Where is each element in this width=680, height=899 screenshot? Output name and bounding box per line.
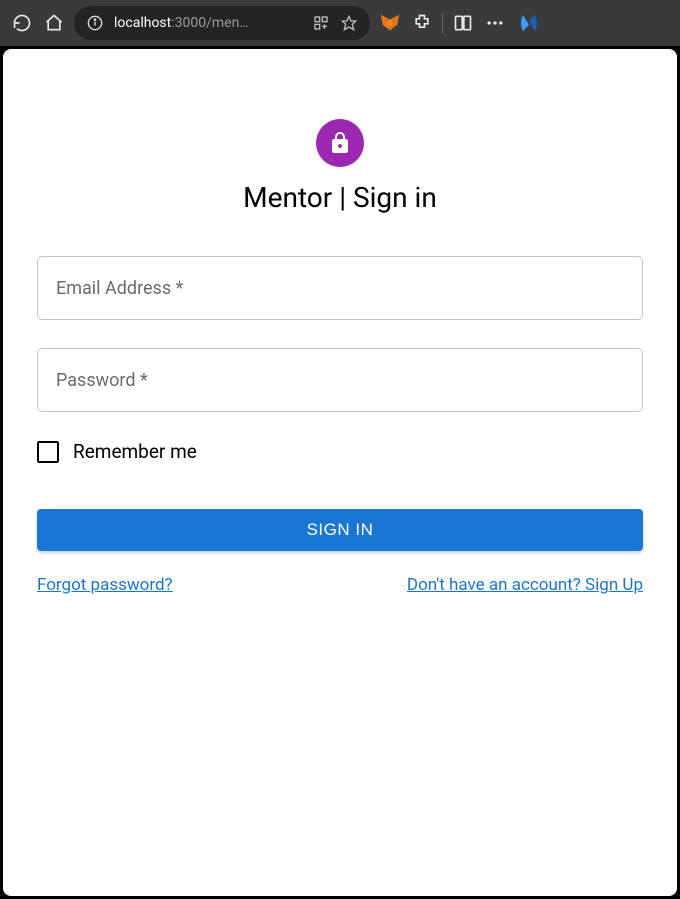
remember-label: Remember me: [73, 440, 197, 463]
signin-button[interactable]: SIGN IN: [37, 509, 643, 551]
more-icon[interactable]: [483, 11, 507, 35]
apps-icon[interactable]: [312, 14, 330, 32]
signup-link[interactable]: Don't have an account? Sign Up: [407, 575, 643, 595]
remember-checkbox[interactable]: [37, 441, 59, 463]
remember-row: Remember me: [37, 440, 643, 463]
signin-form: Email Address * Password * Remember me S…: [37, 256, 643, 595]
password-label: Password *: [56, 370, 148, 391]
metamask-icon[interactable]: [378, 11, 402, 35]
page-content: Mentor | Sign in Email Address * Passwor…: [3, 49, 677, 896]
email-label: Email Address *: [56, 278, 183, 299]
lock-icon: [328, 131, 352, 155]
links-row: Forgot password? Don't have an account? …: [37, 575, 643, 595]
copilot-icon[interactable]: [515, 9, 543, 37]
toolbar-divider: [442, 13, 443, 33]
lock-avatar: [316, 119, 364, 167]
info-icon[interactable]: [86, 14, 104, 32]
favorite-icon[interactable]: [340, 14, 358, 32]
email-field[interactable]: Email Address *: [37, 256, 643, 320]
refresh-icon[interactable]: [10, 11, 34, 35]
page-title: Mentor | Sign in: [243, 181, 437, 214]
home-icon[interactable]: [42, 11, 66, 35]
url-bar[interactable]: localhost:3000/men…: [74, 6, 370, 40]
extensions-icon[interactable]: [410, 11, 434, 35]
forgot-password-link[interactable]: Forgot password?: [37, 575, 173, 595]
url-text: localhost:3000/men…: [114, 15, 249, 31]
password-field[interactable]: Password *: [37, 348, 643, 412]
browser-toolbar: localhost:3000/men…: [0, 0, 680, 46]
split-screen-icon[interactable]: [451, 11, 475, 35]
